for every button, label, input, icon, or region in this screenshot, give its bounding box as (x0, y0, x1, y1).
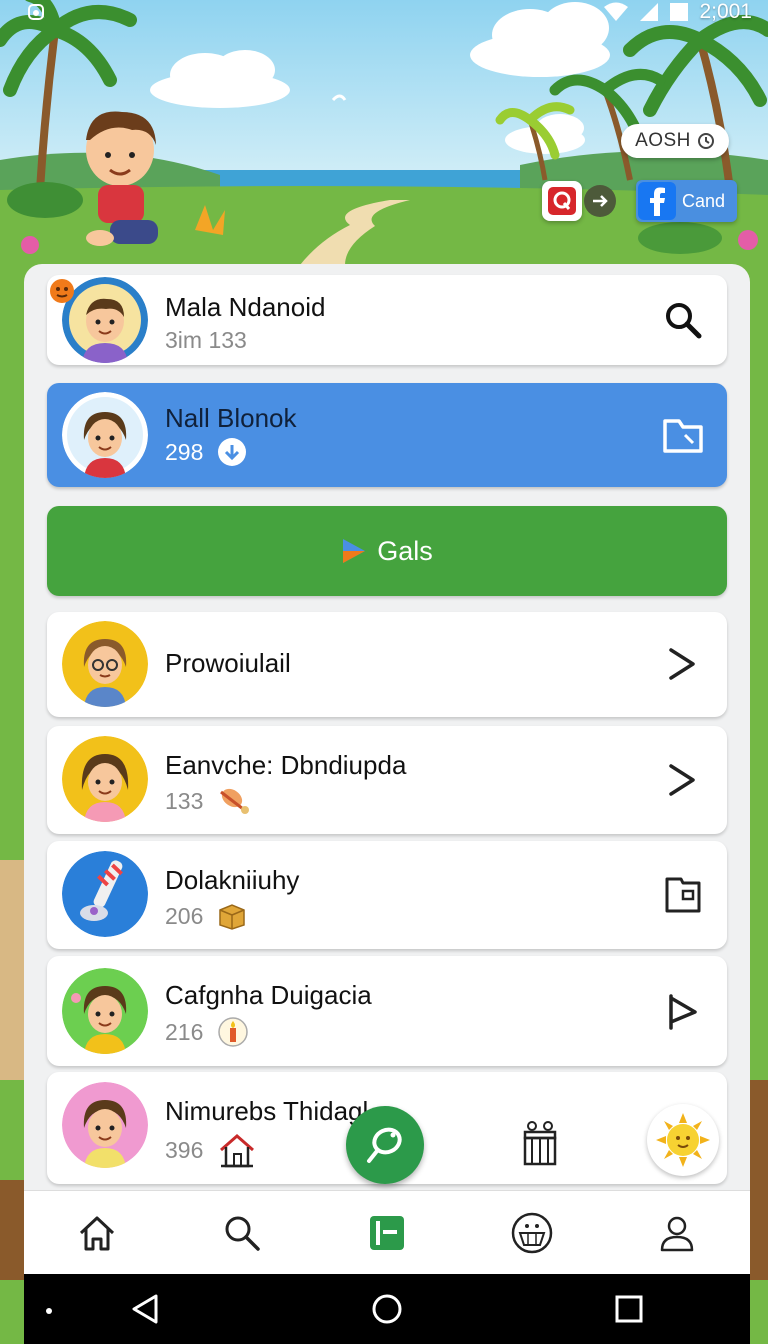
arrow-right-icon (593, 195, 608, 207)
system-nav-bar (24, 1274, 750, 1344)
bottom-nav (24, 1190, 750, 1274)
facebook-cand-button[interactable]: Cand (636, 180, 737, 222)
flag-icon[interactable] (661, 990, 705, 1034)
item-subtitle: 133 (165, 787, 204, 814)
rolling-pin-icon (220, 788, 250, 814)
chevron-right-icon[interactable] (661, 642, 705, 686)
nav-list[interactable] (357, 1203, 417, 1263)
list-item[interactable]: Eanvche: Dbndiupda 133 (47, 726, 727, 834)
item-title: Cafgnha Duigacia (165, 980, 372, 1010)
avatar (62, 1082, 148, 1168)
nav-search[interactable] (212, 1203, 272, 1263)
folder-tab-icon[interactable] (661, 873, 705, 917)
item-subtitle: 206 (165, 902, 204, 929)
notification-icon (28, 4, 44, 20)
aosh-chip-label: AOSH (635, 130, 691, 151)
avatar (62, 968, 148, 1054)
item-title: Nimurebs Thidagl (165, 1096, 369, 1126)
facebook-icon (638, 182, 676, 220)
status-bar: 2;001 (0, 0, 768, 26)
q-app-button[interactable] (542, 181, 582, 221)
folder-icon[interactable] (661, 413, 705, 457)
item-subtitle-row: 396 (165, 1130, 257, 1170)
item-subtitle-row: 298 (165, 437, 247, 467)
list-item[interactable]: Dolakniiuhy 206 (47, 841, 727, 949)
wifi-icon (604, 2, 629, 21)
gals-button[interactable]: Gals (47, 506, 727, 596)
avatar (62, 851, 148, 937)
status-time: 2;001 (699, 0, 752, 23)
pumpkin-badge-icon (50, 279, 74, 303)
nav-profile[interactable] (647, 1203, 707, 1263)
avatar (62, 736, 148, 822)
play-icon (343, 539, 366, 563)
nav-dot-indicator (46, 1308, 52, 1314)
clock-icon (697, 133, 714, 149)
chevron-right-icon[interactable] (661, 758, 705, 802)
recents-button[interactable] (606, 1286, 652, 1332)
battery-icon (670, 3, 689, 21)
item-title: Dolakniiuhy (165, 865, 300, 895)
leaf-search-icon (367, 1127, 402, 1163)
avatar (62, 621, 148, 707)
home-circle-icon (372, 1294, 402, 1324)
search-icon (225, 1216, 260, 1251)
gals-button-label: Gals (377, 535, 433, 566)
candle-icon (218, 1017, 249, 1047)
item-subtitle: 3im 133 (165, 327, 247, 353)
basket-face-icon (511, 1212, 553, 1253)
aosh-chip[interactable]: AOSH (621, 124, 729, 158)
list-item[interactable]: Cafgnha Duigacia 216 (47, 956, 727, 1066)
q-app-icon (548, 187, 576, 215)
nav-home[interactable] (67, 1203, 127, 1263)
share-button[interactable] (584, 185, 616, 217)
download-icon (218, 438, 247, 466)
item-title: Prowoiulail (165, 648, 291, 678)
sun-button[interactable] (647, 1104, 719, 1176)
nav-basket[interactable] (502, 1203, 562, 1263)
item-subtitle: 298 (165, 438, 204, 465)
item-title: Mala Ndanoid (165, 292, 326, 322)
item-title: Nall Blonok (165, 403, 297, 433)
avatar (62, 392, 148, 478)
home-system-button[interactable] (364, 1286, 410, 1332)
crate-icon (219, 904, 246, 930)
home-icon (79, 1216, 114, 1250)
recents-square-icon (615, 1295, 643, 1323)
back-triangle-icon (132, 1294, 158, 1324)
item-subtitle: 396 (165, 1136, 204, 1163)
search-icon[interactable] (661, 298, 705, 342)
item-subtitle-row: 133 (165, 786, 253, 816)
item-subtitle: 216 (165, 1018, 204, 1045)
profile-icon (661, 1216, 694, 1251)
list-item[interactable]: Mala Ndanoid 3im 133 (47, 275, 727, 365)
sun-icon (656, 1113, 710, 1167)
list-icon (369, 1215, 404, 1250)
item-subtitle-row: 206 (165, 901, 247, 931)
list-item[interactable]: Prowoiulail (47, 612, 727, 717)
cand-label: Cand (682, 190, 726, 211)
gift-box-icon[interactable] (520, 1120, 560, 1166)
list-item-selected[interactable]: Nall Blonok 298 (47, 383, 727, 487)
discover-fab-button[interactable] (346, 1106, 424, 1184)
back-button[interactable] (122, 1286, 168, 1332)
house-icon (220, 1134, 255, 1168)
item-title: Eanvche: Dbndiupda (165, 750, 407, 780)
item-subtitle-row: 216 (165, 1016, 249, 1048)
signal-icon (640, 3, 659, 21)
